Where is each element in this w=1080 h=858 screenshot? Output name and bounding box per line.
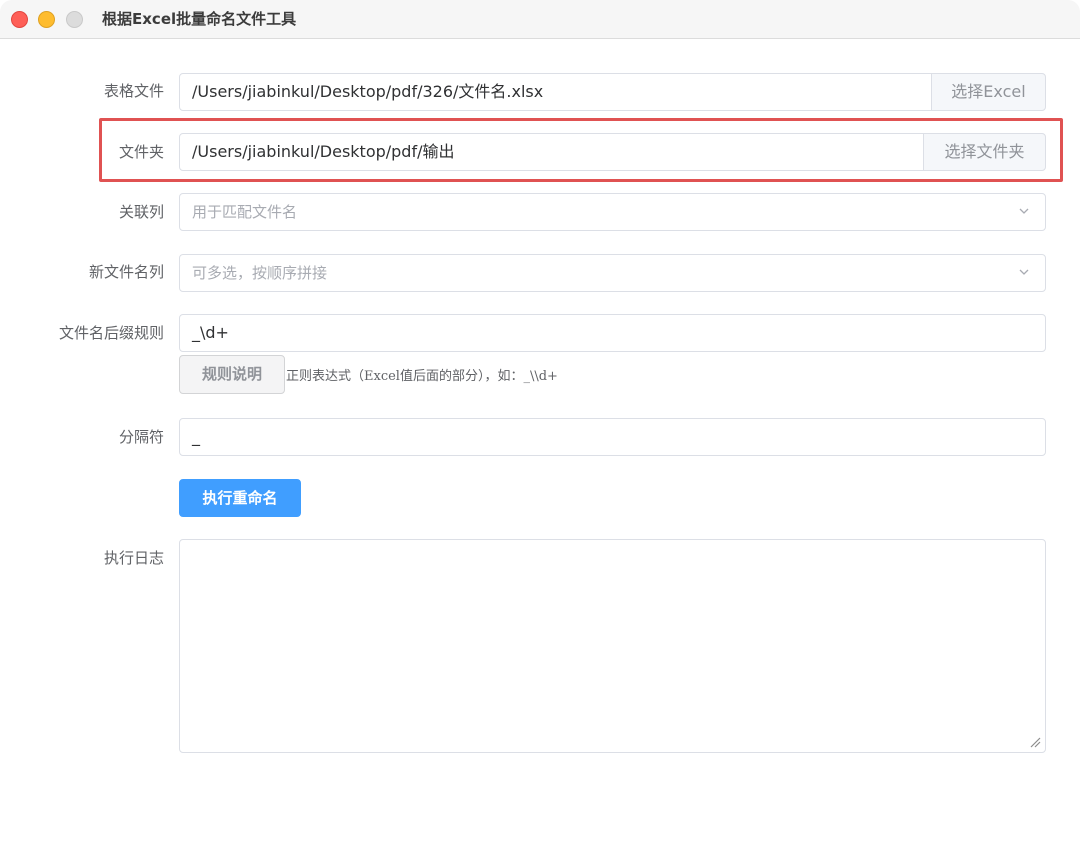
excel-file-input[interactable]: /Users/jiabinkul/Desktop/pdf/326/文件名.xls…: [179, 73, 932, 111]
key-column-select[interactable]: 用于匹配文件名: [179, 193, 1046, 231]
select-excel-button[interactable]: 选择Excel: [931, 73, 1046, 111]
title-bar: 根据Excel批量命名文件工具: [0, 0, 1080, 39]
suffix-rule-label: 文件名后缀规则: [58, 324, 164, 342]
suffix-rule-hint: 正则表达式（Excel值后面的部分），如：_\\d+: [286, 369, 558, 384]
key-column-label: 关联列: [118, 203, 164, 221]
log-label: 执行日志: [103, 549, 164, 567]
maximize-window-button[interactable]: [66, 11, 83, 28]
suffix-rule-input[interactable]: _\d+: [179, 314, 1046, 352]
separator-input[interactable]: _: [179, 418, 1046, 456]
resize-handle-icon[interactable]: [1029, 736, 1041, 748]
key-column-placeholder: 用于匹配文件名: [192, 203, 298, 221]
separator-label: 分隔符: [118, 428, 164, 446]
chevron-down-icon: [1019, 269, 1029, 275]
folder-highlight-box: [99, 118, 1063, 182]
run-rename-button[interactable]: 执行重命名: [179, 479, 301, 517]
minimize-window-button[interactable]: [38, 11, 55, 28]
new-name-columns-placeholder: 可多选，按顺序拼接: [192, 264, 328, 282]
excel-file-label: 表格文件: [103, 82, 164, 100]
new-name-columns-select[interactable]: 可多选，按顺序拼接: [179, 254, 1046, 292]
app-window: 根据Excel批量命名文件工具 表格文件 /Users/jiabinkul/De…: [0, 0, 1080, 858]
close-window-button[interactable]: [11, 11, 28, 28]
rule-help-button[interactable]: 规则说明: [179, 355, 285, 394]
new-name-columns-label: 新文件名列: [88, 263, 164, 281]
window-title: 根据Excel批量命名文件工具: [102, 10, 297, 28]
log-textarea[interactable]: [179, 539, 1046, 753]
chevron-down-icon: [1019, 208, 1029, 214]
